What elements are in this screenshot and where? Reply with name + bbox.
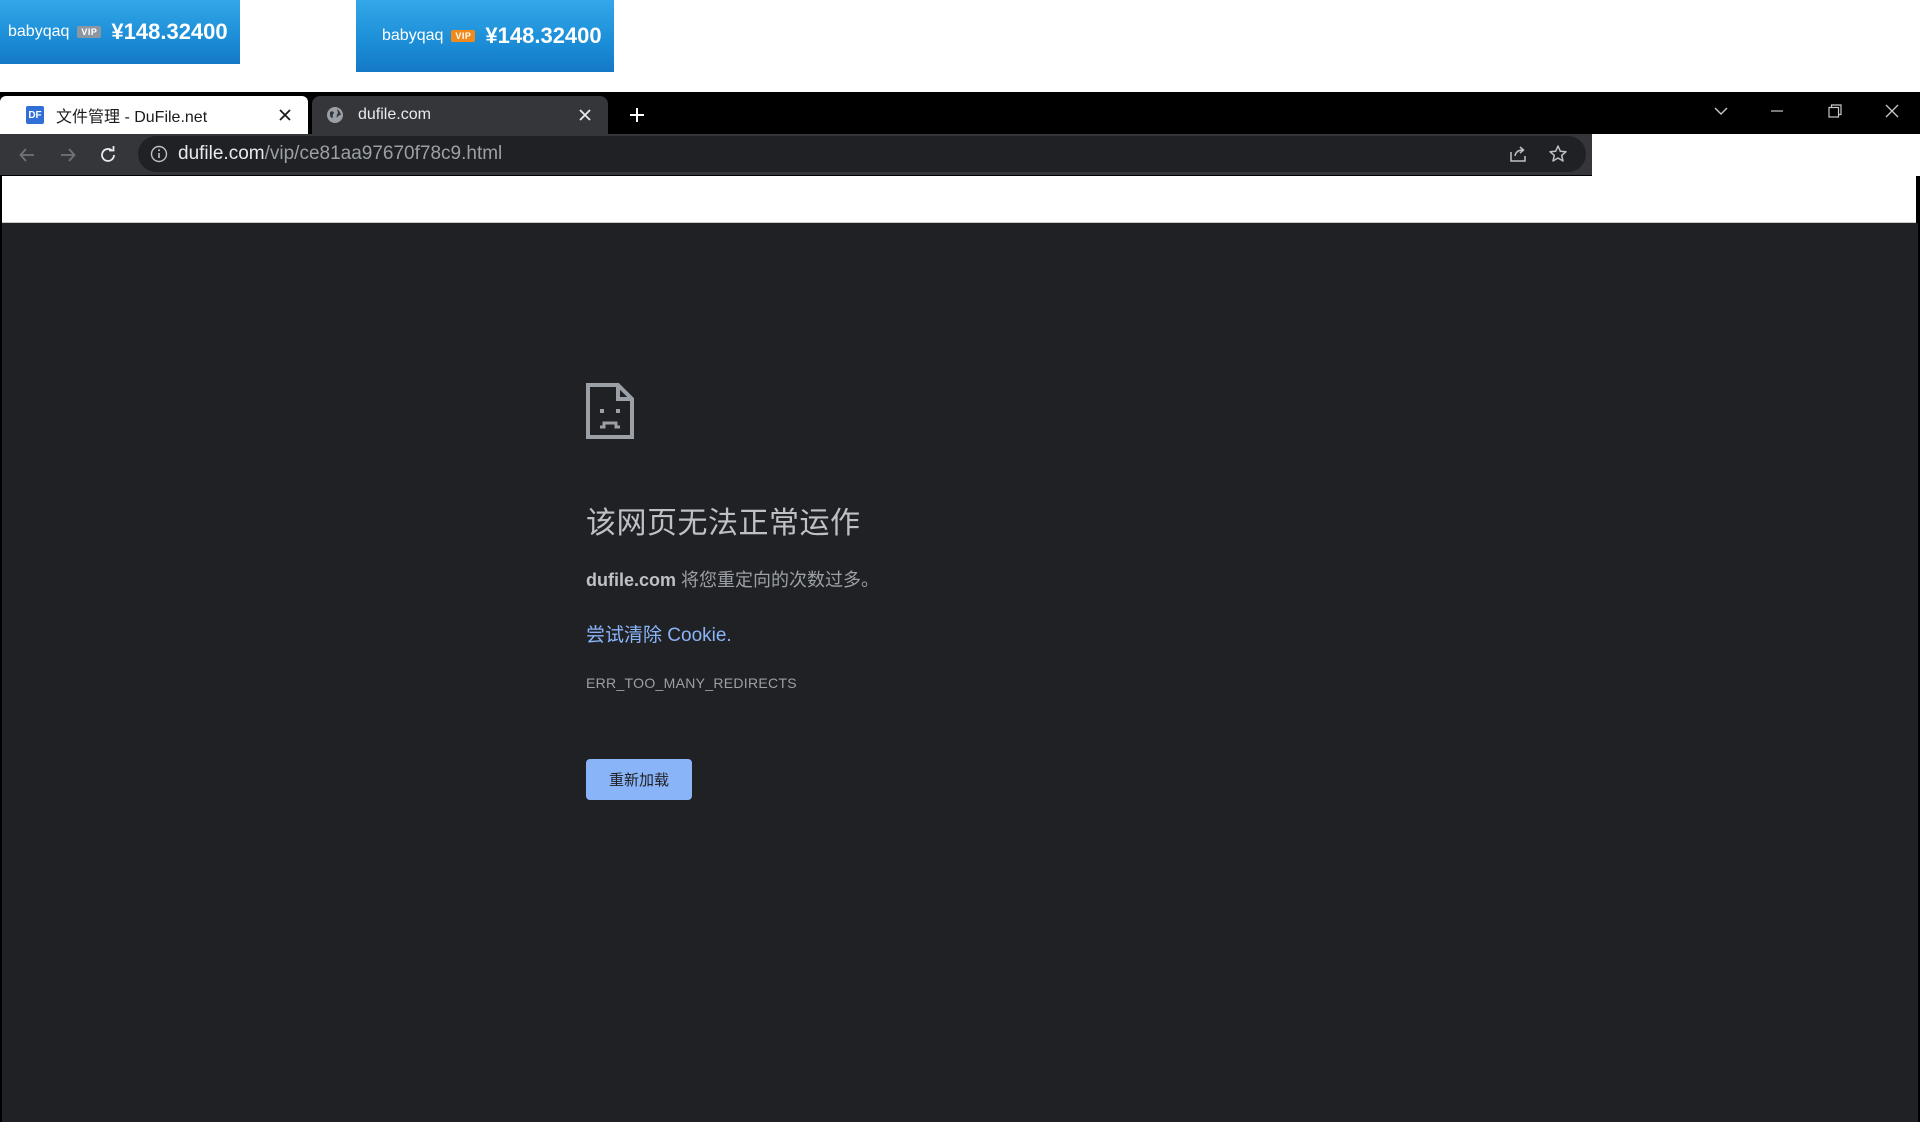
balance-banner: babyqaq VIP ¥148.32400 xyxy=(356,0,614,72)
site-info-icon[interactable] xyxy=(150,145,168,163)
banner-username: babyqaq xyxy=(8,23,70,40)
banner-balance: ¥148.32400 xyxy=(111,19,228,44)
sad-page-icon xyxy=(586,383,634,439)
vip-badge: VIP xyxy=(77,26,102,38)
tab-title: dufile.com xyxy=(358,106,431,123)
error-description-text: 将您重定向的次数过多。 xyxy=(676,570,880,590)
vip-badge: VIP xyxy=(451,30,476,42)
close-tab-icon[interactable] xyxy=(574,104,596,126)
error-page: 该网页无法正常运作 dufile.com 将您重定向的次数过多。 尝试清除 Co… xyxy=(2,223,1918,1122)
error-container: 该网页无法正常运作 dufile.com 将您重定向的次数过多。 尝试清除 Co… xyxy=(586,383,1286,800)
tab-dufile-manager[interactable]: DF 文件管理 - DuFile.net xyxy=(0,96,308,134)
url-text[interactable]: dufile.com/vip/ce81aa97670f78c9.html xyxy=(178,143,1506,165)
globe-icon xyxy=(326,106,344,124)
browser-toolbar: dufile.com/vip/ce81aa97670f78c9.html xyxy=(0,134,1592,175)
tab-search-chevron-icon[interactable] xyxy=(1706,98,1736,124)
tab-title: 文件管理 - DuFile.net xyxy=(56,109,208,126)
address-bar[interactable]: dufile.com/vip/ce81aa97670f78c9.html xyxy=(138,136,1586,172)
balance-banner: babyqaq VIP ¥148.32400 xyxy=(0,0,240,64)
share-icon[interactable] xyxy=(1506,142,1530,166)
url-path: /vip/ce81aa97670f78c9.html xyxy=(264,143,503,164)
toolbar-overlay-strip xyxy=(1592,134,1920,176)
error-code: ERR_TOO_MANY_REDIRECTS xyxy=(586,675,797,691)
close-window-icon[interactable] xyxy=(1877,98,1907,124)
clear-cookies-link[interactable]: 尝试清除 Cookie. xyxy=(586,620,1286,647)
error-heading: 该网页无法正常运作 xyxy=(586,507,861,540)
restore-icon[interactable] xyxy=(1820,98,1850,124)
error-domain: dufile.com xyxy=(586,570,677,590)
forward-arrow-icon[interactable] xyxy=(55,142,81,168)
bookmark-star-icon[interactable] xyxy=(1546,142,1570,166)
reload-icon[interactable] xyxy=(95,142,121,168)
page-top-strip xyxy=(2,176,1916,223)
close-tab-icon[interactable] xyxy=(274,104,296,126)
tab-strip: DF 文件管理 - DuFile.net dufile.com xyxy=(0,92,1920,134)
url-host: dufile.com xyxy=(178,143,265,164)
banner-username: babyqaq xyxy=(382,27,444,44)
dufile-favicon-icon: DF xyxy=(26,106,44,124)
back-arrow-icon[interactable] xyxy=(14,142,40,168)
banner-balance: ¥148.32400 xyxy=(485,23,602,48)
new-tab-button[interactable] xyxy=(624,102,650,128)
reload-button[interactable]: 重新加载 xyxy=(586,759,692,800)
tab-dufile-com[interactable]: dufile.com xyxy=(312,96,608,134)
minimize-icon[interactable] xyxy=(1762,98,1792,124)
browser-window: DF 文件管理 - DuFile.net dufile.com dufile.c… xyxy=(0,92,1920,1122)
error-description: dufile.com 将您重定向的次数过多。 xyxy=(586,566,1286,592)
